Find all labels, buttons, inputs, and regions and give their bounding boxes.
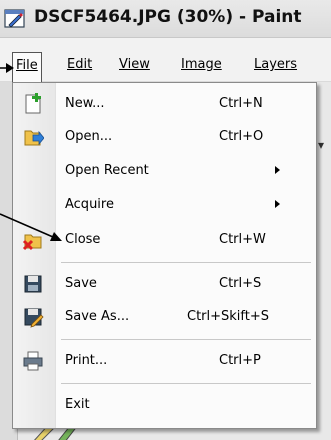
menu-item-open-shortcut: Ctrl+O [219,129,264,144]
menu-item-save-label: Save [65,276,97,291]
menu-item-save-as-shortcut: Ctrl+Skift+S [187,309,270,324]
menu-item-save-as[interactable]: Save As... Ctrl+Skift+S [13,301,316,334]
menu-file-label: File [16,58,38,73]
menu-bar: File Edit View Image Layers [0,38,331,82]
menu-item-acquire-label: Acquire [65,197,114,212]
menu-item-open[interactable]: Open... Ctrl+O [13,121,316,154]
menu-separator [61,383,311,384]
menu-separator [61,339,311,340]
file-dropdown-menu: New... Ctrl+N Open... Ctrl+O Open Recent… [12,82,317,429]
toolbar-dropdown-arrow-icon[interactable]: ▾ [318,138,324,152]
menu-item-close-label: Close [65,232,101,247]
menu-layers[interactable]: Layers [254,54,297,76]
submenu-arrow-icon [275,200,280,208]
open-file-icon [24,130,44,146]
menu-item-save-shortcut: Ctrl+S [219,276,262,291]
menu-edit[interactable]: Edit [67,54,92,76]
new-file-icon [25,93,41,114]
menu-item-open-recent[interactable]: Open Recent [13,155,316,188]
menu-image-label: Image [181,57,222,72]
menu-item-print-label: Print... [65,353,108,368]
menu-item-print-shortcut: Ctrl+P [219,353,261,368]
menu-item-new[interactable]: New... Ctrl+N [13,88,316,121]
submenu-arrow-icon [275,166,280,174]
floppy-disk-icon [24,275,42,293]
menu-item-save-as-label: Save As... [65,309,130,324]
printer-icon [23,351,43,371]
menu-item-new-label: New... [65,96,105,111]
menu-layers-label: Layers [254,57,298,72]
close-file-icon [22,234,42,251]
title-bar: DSCF5464.JPG (30%) - Paint [0,0,331,38]
paint-app-icon [4,9,25,28]
menu-item-open-label: Open... [65,129,113,144]
menu-file[interactable]: File [12,52,42,82]
menu-item-close[interactable]: Close Ctrl+W [13,224,316,257]
menu-item-print[interactable]: Print... Ctrl+P [13,345,316,378]
menu-item-close-shortcut: Ctrl+W [219,232,266,247]
menu-item-exit-label: Exit [65,397,90,412]
menu-item-save[interactable]: Save Ctrl+S [13,268,316,301]
window-title: DSCF5464.JPG (30%) - Paint [34,7,302,27]
menu-image[interactable]: Image [181,54,222,76]
menu-separator [61,262,311,263]
menu-item-acquire[interactable]: Acquire [13,189,316,222]
save-as-icon [24,308,44,328]
menu-item-new-shortcut: Ctrl+N [219,96,263,111]
menu-view[interactable]: View [119,54,150,76]
menu-edit-label: Edit [67,57,93,72]
menu-view-label: View [119,57,150,72]
menu-item-open-recent-label: Open Recent [65,163,149,178]
menu-item-exit[interactable]: Exit [13,389,316,422]
